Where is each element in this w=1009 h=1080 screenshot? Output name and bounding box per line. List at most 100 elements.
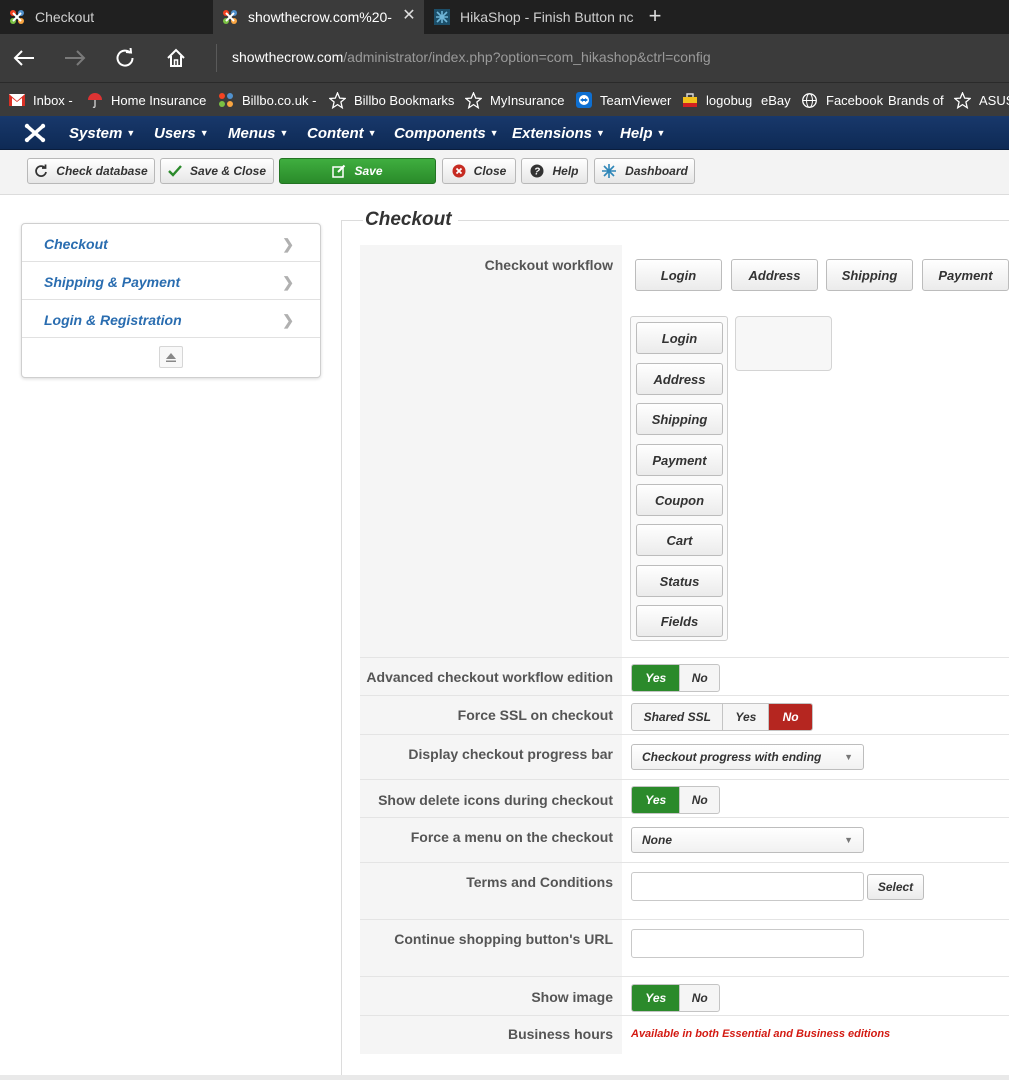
toggle-no[interactable]: No: [679, 665, 719, 691]
available-step-address[interactable]: Address: [636, 363, 723, 395]
browser-tab-checkout[interactable]: Checkout: [0, 0, 212, 34]
row-advanced-workflow: Advanced checkout workflow edition Yes N…: [360, 658, 1009, 696]
edition-notice: Available in both Essential and Business…: [631, 1028, 891, 1040]
caret-down-icon: ▼: [199, 128, 209, 138]
menu-components[interactable]: Components ▼: [394, 125, 499, 142]
menu-users[interactable]: Users ▼: [154, 125, 209, 142]
bookmark-home-insurance[interactable]: Home Insurance: [86, 91, 206, 109]
checkmark-icon: [168, 165, 182, 177]
bookmark-ebay[interactable]: eBay: [761, 91, 791, 109]
joomla-icon: [8, 8, 26, 26]
field-label: Checkout workflow: [360, 245, 622, 657]
bookmark-brands-of[interactable]: Brands of: [888, 91, 944, 109]
select-value: Checkout progress with ending: [642, 750, 822, 764]
workflow-drop-zone[interactable]: [735, 316, 832, 371]
browser-tab-hikashop[interactable]: HikaShop - Finish Button nc: [425, 0, 637, 34]
toggle-no[interactable]: No: [679, 985, 719, 1011]
sidenav-item-shipping-payment[interactable]: Shipping & Payment ❯: [22, 262, 320, 300]
menu-extensions[interactable]: Extensions ▼: [512, 125, 605, 142]
available-step-login[interactable]: Login: [636, 322, 723, 354]
toggle-yes[interactable]: Yes: [632, 787, 680, 813]
save-button[interactable]: Save: [279, 158, 436, 184]
refresh-icon[interactable]: [111, 44, 139, 72]
star-icon: [329, 91, 346, 109]
home-icon[interactable]: [162, 44, 190, 72]
toggle-yes[interactable]: Yes: [632, 665, 680, 691]
chevron-right-icon: ❯: [282, 236, 294, 252]
bookmark-billbo[interactable]: Billbo.co.uk -: [217, 91, 316, 109]
available-step-fields[interactable]: Fields: [636, 605, 723, 637]
bookmark-label: TeamViewer: [600, 92, 672, 108]
bookmarks-bar: Inbox - Home Insurance Billbo.co.uk - Bi…: [0, 82, 1009, 116]
bookmark-facebook[interactable]: Facebook: [801, 91, 883, 109]
available-step-coupon[interactable]: Coupon: [636, 484, 723, 516]
collapse-nav-button[interactable]: [159, 346, 183, 368]
row-terms: Terms and Conditions Select: [360, 863, 1009, 920]
menu-menus[interactable]: Menus ▼: [228, 125, 288, 142]
check-database-button[interactable]: Check database: [27, 158, 155, 184]
bookmark-logobug[interactable]: logobug: [681, 91, 752, 109]
menu-label: Users: [154, 125, 196, 142]
url-field[interactable]: showthecrow.com/administrator/index.php?…: [232, 49, 711, 65]
dashboard-button[interactable]: Dashboard: [594, 158, 695, 184]
bookmark-label: Home Insurance: [111, 92, 207, 108]
terms-input[interactable]: [631, 872, 864, 901]
back-icon[interactable]: [10, 44, 38, 72]
close-tab-icon[interactable]: ✕: [400, 7, 418, 25]
workflow-step-login[interactable]: Login: [635, 259, 722, 291]
workflow-step-shipping[interactable]: Shipping: [826, 259, 913, 291]
help-button[interactable]: ? Help: [521, 158, 588, 184]
toggle-no[interactable]: No: [679, 787, 719, 813]
field-label: Show delete icons during checkout: [360, 780, 622, 817]
forward-icon[interactable]: [61, 44, 89, 72]
bookmark-inbox[interactable]: Inbox -: [8, 91, 73, 109]
bookmark-myinsurance[interactable]: MyInsurance: [465, 91, 564, 109]
sidenav-item-login-registration[interactable]: Login & Registration ❯: [22, 300, 320, 338]
row-business-hours: Business hours Available in both Essenti…: [360, 1016, 1009, 1054]
save-close-button[interactable]: Save & Close: [160, 158, 274, 184]
progress-bar-select[interactable]: Checkout progress with ending ▼: [631, 744, 864, 770]
workflow-step-address[interactable]: Address: [731, 259, 818, 291]
toggle-yes[interactable]: Yes: [722, 704, 768, 730]
force-menu-select[interactable]: None ▼: [631, 827, 864, 853]
admin-menu-bar: System ▼ Users ▼ Menus ▼ Content ▼ Component…: [0, 116, 1009, 150]
caret-down-icon: ▼: [844, 752, 853, 762]
joomla-icon: [221, 8, 239, 26]
star-icon: [465, 91, 482, 109]
bookmark-label: ASUS: [979, 92, 1009, 108]
field-label: Force SSL on checkout: [360, 696, 622, 734]
workflow-step-payment[interactable]: Payment: [922, 259, 1009, 291]
url-path: /administrator/index.php?option=com_hika…: [343, 49, 711, 65]
close-button[interactable]: Close: [442, 158, 516, 184]
caret-down-icon: ▼: [844, 835, 853, 845]
joomla-logo-icon[interactable]: [24, 123, 46, 143]
available-step-cart[interactable]: Cart: [636, 524, 723, 556]
continue-url-input[interactable]: [631, 929, 864, 958]
toggle-yes[interactable]: Yes: [632, 985, 680, 1011]
row-progress-bar: Display checkout progress bar Checkout p…: [360, 735, 1009, 780]
browser-tab-showthecrow[interactable]: showthecrow.com%20- ✕: [213, 0, 424, 34]
bookmark-billbo-bookmarks[interactable]: Billbo Bookmarks: [329, 91, 454, 109]
terms-select-button[interactable]: Select: [867, 874, 924, 900]
menu-help[interactable]: Help ▼: [620, 125, 665, 142]
star-icon: [954, 91, 971, 109]
available-step-shipping[interactable]: Shipping: [636, 403, 723, 435]
toggle-no[interactable]: No: [768, 704, 812, 730]
chevron-right-icon: ❯: [282, 274, 294, 290]
available-step-payment[interactable]: Payment: [636, 444, 723, 476]
help-circle-icon: ?: [530, 164, 544, 178]
globe-icon: [801, 92, 818, 109]
row-checkout-workflow: Checkout workflow Login Address Shipping…: [360, 245, 1009, 658]
sidenav-item-checkout[interactable]: Checkout ❯: [22, 224, 320, 262]
menu-system[interactable]: System ▼: [69, 125, 135, 142]
edit-icon: [332, 164, 346, 178]
bookmark-asus[interactable]: ASUS: [954, 91, 1009, 109]
bookmark-teamviewer[interactable]: TeamViewer: [575, 91, 671, 109]
button-label: Save: [354, 164, 383, 178]
available-step-status[interactable]: Status: [636, 565, 723, 597]
menu-label: Components: [394, 125, 486, 142]
toggle-shared-ssl[interactable]: Shared SSL: [632, 704, 722, 730]
field-label: Business hours: [360, 1016, 622, 1054]
new-tab-button[interactable]: +: [642, 3, 668, 31]
menu-content[interactable]: Content ▼: [307, 125, 377, 142]
